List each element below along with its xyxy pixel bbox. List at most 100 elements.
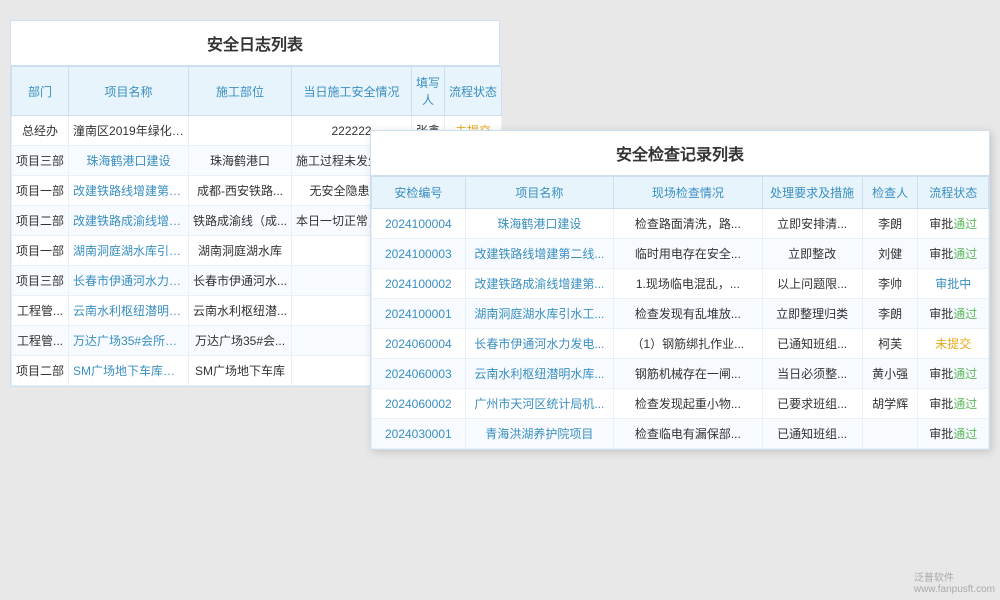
table-cell: 审批通过 <box>918 419 989 449</box>
table-cell[interactable]: 2024030001 <box>372 419 466 449</box>
table-cell[interactable]: SM广场地下车库更换摄... <box>69 356 189 386</box>
table-cell: 项目二部 <box>12 356 69 386</box>
table-cell: 湖南洞庭湖水库 <box>189 236 292 266</box>
table-cell: 云南水利枢纽潜... <box>189 296 292 326</box>
table-cell[interactable]: 2024100004 <box>372 209 466 239</box>
table-cell: 项目三部 <box>12 266 69 296</box>
col-situation: 现场检查情况 <box>614 177 762 209</box>
watermark: 泛普软件 www.fanpusft.com <box>914 569 995 595</box>
table-cell: 工程管... <box>12 326 69 356</box>
table-cell: 柯芙 <box>862 329 918 359</box>
table-cell[interactable]: 2024060003 <box>372 359 466 389</box>
table-cell[interactable]: 云南水利枢纽潜明水库... <box>465 359 613 389</box>
table-cell[interactable]: 改建铁路线增建第二线直... <box>69 176 189 206</box>
table-cell: 检查发现有乱堆放... <box>614 299 762 329</box>
safety-check-table: 安检编号 项目名称 现场检查情况 处理要求及措施 检查人 流程状态 202410… <box>371 176 989 449</box>
table-cell[interactable]: 湖南洞庭湖水库引水工... <box>465 299 613 329</box>
table-row: 2024100004珠海鹤港口建设检查路面清洗，路...立即安排清...李朗审批… <box>372 209 989 239</box>
col-location: 施工部位 <box>189 67 292 116</box>
col-author: 填写人 <box>412 67 445 116</box>
col-safety: 当日施工安全情况 <box>292 67 412 116</box>
table-cell <box>189 116 292 146</box>
table-cell: 铁路成渝线（成... <box>189 206 292 236</box>
table-cell: 检查路面清洗，路... <box>614 209 762 239</box>
table-cell: 临时用电存在安全... <box>614 239 762 269</box>
table-row: 2024030001青海洪湖养护院项目检查临电有漏保部...已通知班组... 审批… <box>372 419 989 449</box>
table-row: 2024060003云南水利枢纽潜明水库...钢筋机械存在一闸...当日必须整.… <box>372 359 989 389</box>
table-cell: 项目一部 <box>12 236 69 266</box>
table-cell: 李朗 <box>862 209 918 239</box>
table-cell[interactable]: 改建铁路线增建第二线... <box>465 239 613 269</box>
table-cell: 黄小强 <box>862 359 918 389</box>
table-cell: 总经办 <box>12 116 69 146</box>
right-panel: 安全检查记录列表 安检编号 项目名称 现场检查情况 处理要求及措施 检查人 流程… <box>370 130 990 450</box>
table-cell[interactable]: 湖南洞庭湖水库引水工程... <box>69 236 189 266</box>
table-cell[interactable]: 2024100001 <box>372 299 466 329</box>
table-cell: 项目一部 <box>12 176 69 206</box>
table-cell[interactable]: 青海洪湖养护院项目 <box>465 419 613 449</box>
table-cell: 胡学辉 <box>862 389 918 419</box>
table-cell: 项目三部 <box>12 146 69 176</box>
watermark-line1: 泛普软件 <box>914 569 995 584</box>
table-row: 2024100002改建铁路成渝线增建第...1.现场临电混乱，...以上问题限… <box>372 269 989 299</box>
right-panel-title: 安全检查记录列表 <box>371 131 989 176</box>
table-cell: 已通知班组... <box>762 419 862 449</box>
table-cell: 立即整改 <box>762 239 862 269</box>
table-row: 2024060002广州市天河区统计局机...检查发现起重小物...已要求班组.… <box>372 389 989 419</box>
table-cell: 成都-西安铁路... <box>189 176 292 206</box>
table-cell[interactable]: 改建铁路成渝线增建第... <box>465 269 613 299</box>
table-cell: （1）钢筋绑扎作业... <box>614 329 762 359</box>
left-panel-title: 安全日志列表 <box>11 21 499 66</box>
table-cell: 珠海鹤港口 <box>189 146 292 176</box>
table-cell: 刘健 <box>862 239 918 269</box>
table-cell[interactable]: 广州市天河区统计局机... <box>465 389 613 419</box>
table-cell: 1.现场临电混乱，... <box>614 269 762 299</box>
table-cell: 未提交 <box>918 329 989 359</box>
table-cell: 钢筋机械存在一闸... <box>614 359 762 389</box>
table-cell[interactable]: 云南水利枢纽潜明水库一... <box>69 296 189 326</box>
table-cell[interactable]: 万达广场35#会所及咖啡... <box>69 326 189 356</box>
table-cell: 检查临电有漏保部... <box>614 419 762 449</box>
table-cell[interactable]: 2024060004 <box>372 329 466 359</box>
table-cell: 已通知班组... <box>762 329 862 359</box>
table-cell[interactable]: 珠海鹤港口建设 <box>69 146 189 176</box>
table-cell: 万达广场35#会... <box>189 326 292 356</box>
table-cell[interactable]: 长春市伊通河水力发电... <box>465 329 613 359</box>
table-cell: 已要求班组... <box>762 389 862 419</box>
table-cell: 审批通过 <box>918 359 989 389</box>
table-cell: 李帅 <box>862 269 918 299</box>
col-dept: 部门 <box>12 67 69 116</box>
table-cell: 立即整理归类 <box>762 299 862 329</box>
col-project: 项目名称 <box>465 177 613 209</box>
table-row: 2024060004长春市伊通河水力发电...（1）钢筋绑扎作业...已通知班组… <box>372 329 989 359</box>
table-cell: 审批通过 <box>918 239 989 269</box>
table-cell[interactable]: 长春市伊通河水力发电厂... <box>69 266 189 296</box>
table-cell: 当日必须整... <box>762 359 862 389</box>
table-cell: 审批通过 <box>918 299 989 329</box>
table-cell: 检查发现起重小物... <box>614 389 762 419</box>
table-cell: SM广场地下车库 <box>189 356 292 386</box>
col-project: 项目名称 <box>69 67 189 116</box>
table-cell: 审批中 <box>918 269 989 299</box>
table-cell[interactable]: 潼南区2019年绿化补贴项... <box>69 116 189 146</box>
table-cell: 审批通过 <box>918 389 989 419</box>
table-cell: 项目二部 <box>12 206 69 236</box>
table-cell[interactable]: 2024100002 <box>372 269 466 299</box>
table-cell: 以上问题限... <box>762 269 862 299</box>
col-inspector: 检查人 <box>862 177 918 209</box>
table-cell[interactable]: 2024100003 <box>372 239 466 269</box>
table-cell[interactable]: 改建铁路成渝线增建第二... <box>69 206 189 236</box>
table-cell: 审批通过 <box>918 209 989 239</box>
table-cell <box>862 419 918 449</box>
table-row: 2024100001湖南洞庭湖水库引水工...检查发现有乱堆放...立即整理归类… <box>372 299 989 329</box>
table-cell: 立即安排清... <box>762 209 862 239</box>
table-cell[interactable]: 珠海鹤港口建设 <box>465 209 613 239</box>
table-cell: 长春市伊通河水... <box>189 266 292 296</box>
col-status: 流程状态 <box>445 67 502 116</box>
col-status: 流程状态 <box>918 177 989 209</box>
table-cell[interactable]: 2024060002 <box>372 389 466 419</box>
table-cell: 李朗 <box>862 299 918 329</box>
col-measures: 处理要求及措施 <box>762 177 862 209</box>
table-row: 2024100003改建铁路线增建第二线...临时用电存在安全...立即整改刘健… <box>372 239 989 269</box>
table-cell: 工程管... <box>12 296 69 326</box>
